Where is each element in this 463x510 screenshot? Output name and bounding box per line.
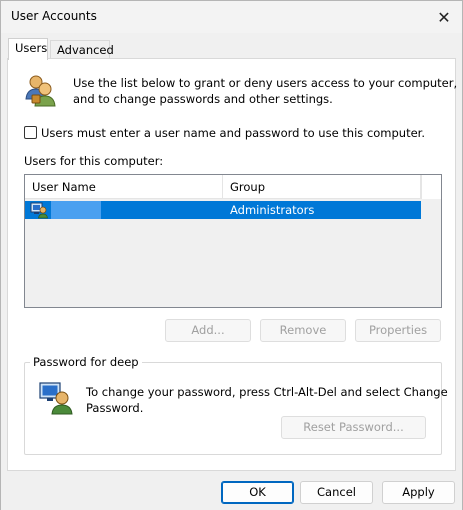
properties-button[interactable]: Properties: [355, 319, 441, 342]
cancel-button[interactable]: Cancel: [300, 481, 373, 504]
user-computer-icon: [30, 202, 48, 219]
user-accounts-dialog: User Accounts ✕ Users Advanced Use the l…: [0, 0, 463, 510]
apply-button[interactable]: Apply: [382, 481, 455, 504]
password-text-line1: To change your password, press Ctrl-Alt-…: [86, 385, 448, 399]
listview-header-filler: [421, 175, 441, 199]
intro-text-line1: Use the list below to grant or deny user…: [73, 76, 458, 90]
users-listview[interactable]: User Name Group Administrators: [24, 174, 442, 308]
intro-text-line2: and to change passwords and other settin…: [73, 92, 333, 106]
require-password-label[interactable]: Users must enter a user name and passwor…: [41, 125, 425, 141]
remove-button[interactable]: Remove: [260, 319, 346, 342]
user-monitor-icon: [39, 382, 73, 415]
add-button[interactable]: Add...: [165, 319, 251, 342]
tab-advanced-label: Advanced: [57, 43, 114, 57]
ok-button[interactable]: OK: [221, 481, 294, 504]
password-text-line2: Password.: [86, 401, 144, 415]
column-header-group[interactable]: Group: [223, 175, 421, 199]
column-header-user-name[interactable]: User Name: [25, 175, 223, 199]
tab-users-label: Users: [15, 41, 48, 55]
listview-header: User Name Group: [25, 175, 421, 199]
cell-group: Administrators: [230, 203, 315, 217]
table-row[interactable]: Administrators: [25, 201, 421, 219]
close-button[interactable]: ✕: [426, 1, 462, 33]
window-title: User Accounts: [11, 9, 97, 23]
title-bar: User Accounts ✕: [1, 1, 462, 33]
users-group-icon: [25, 75, 56, 107]
require-password-checkbox[interactable]: [24, 126, 37, 139]
tab-users[interactable]: Users: [8, 38, 48, 60]
close-icon: ✕: [437, 7, 451, 27]
password-group-legend: Password for deep: [30, 355, 142, 369]
reset-password-button[interactable]: Reset Password...: [281, 416, 426, 439]
users-list-label: Users for this computer:: [24, 154, 164, 168]
cell-user-name: [51, 201, 101, 219]
tab-advanced[interactable]: Advanced: [50, 40, 114, 58]
